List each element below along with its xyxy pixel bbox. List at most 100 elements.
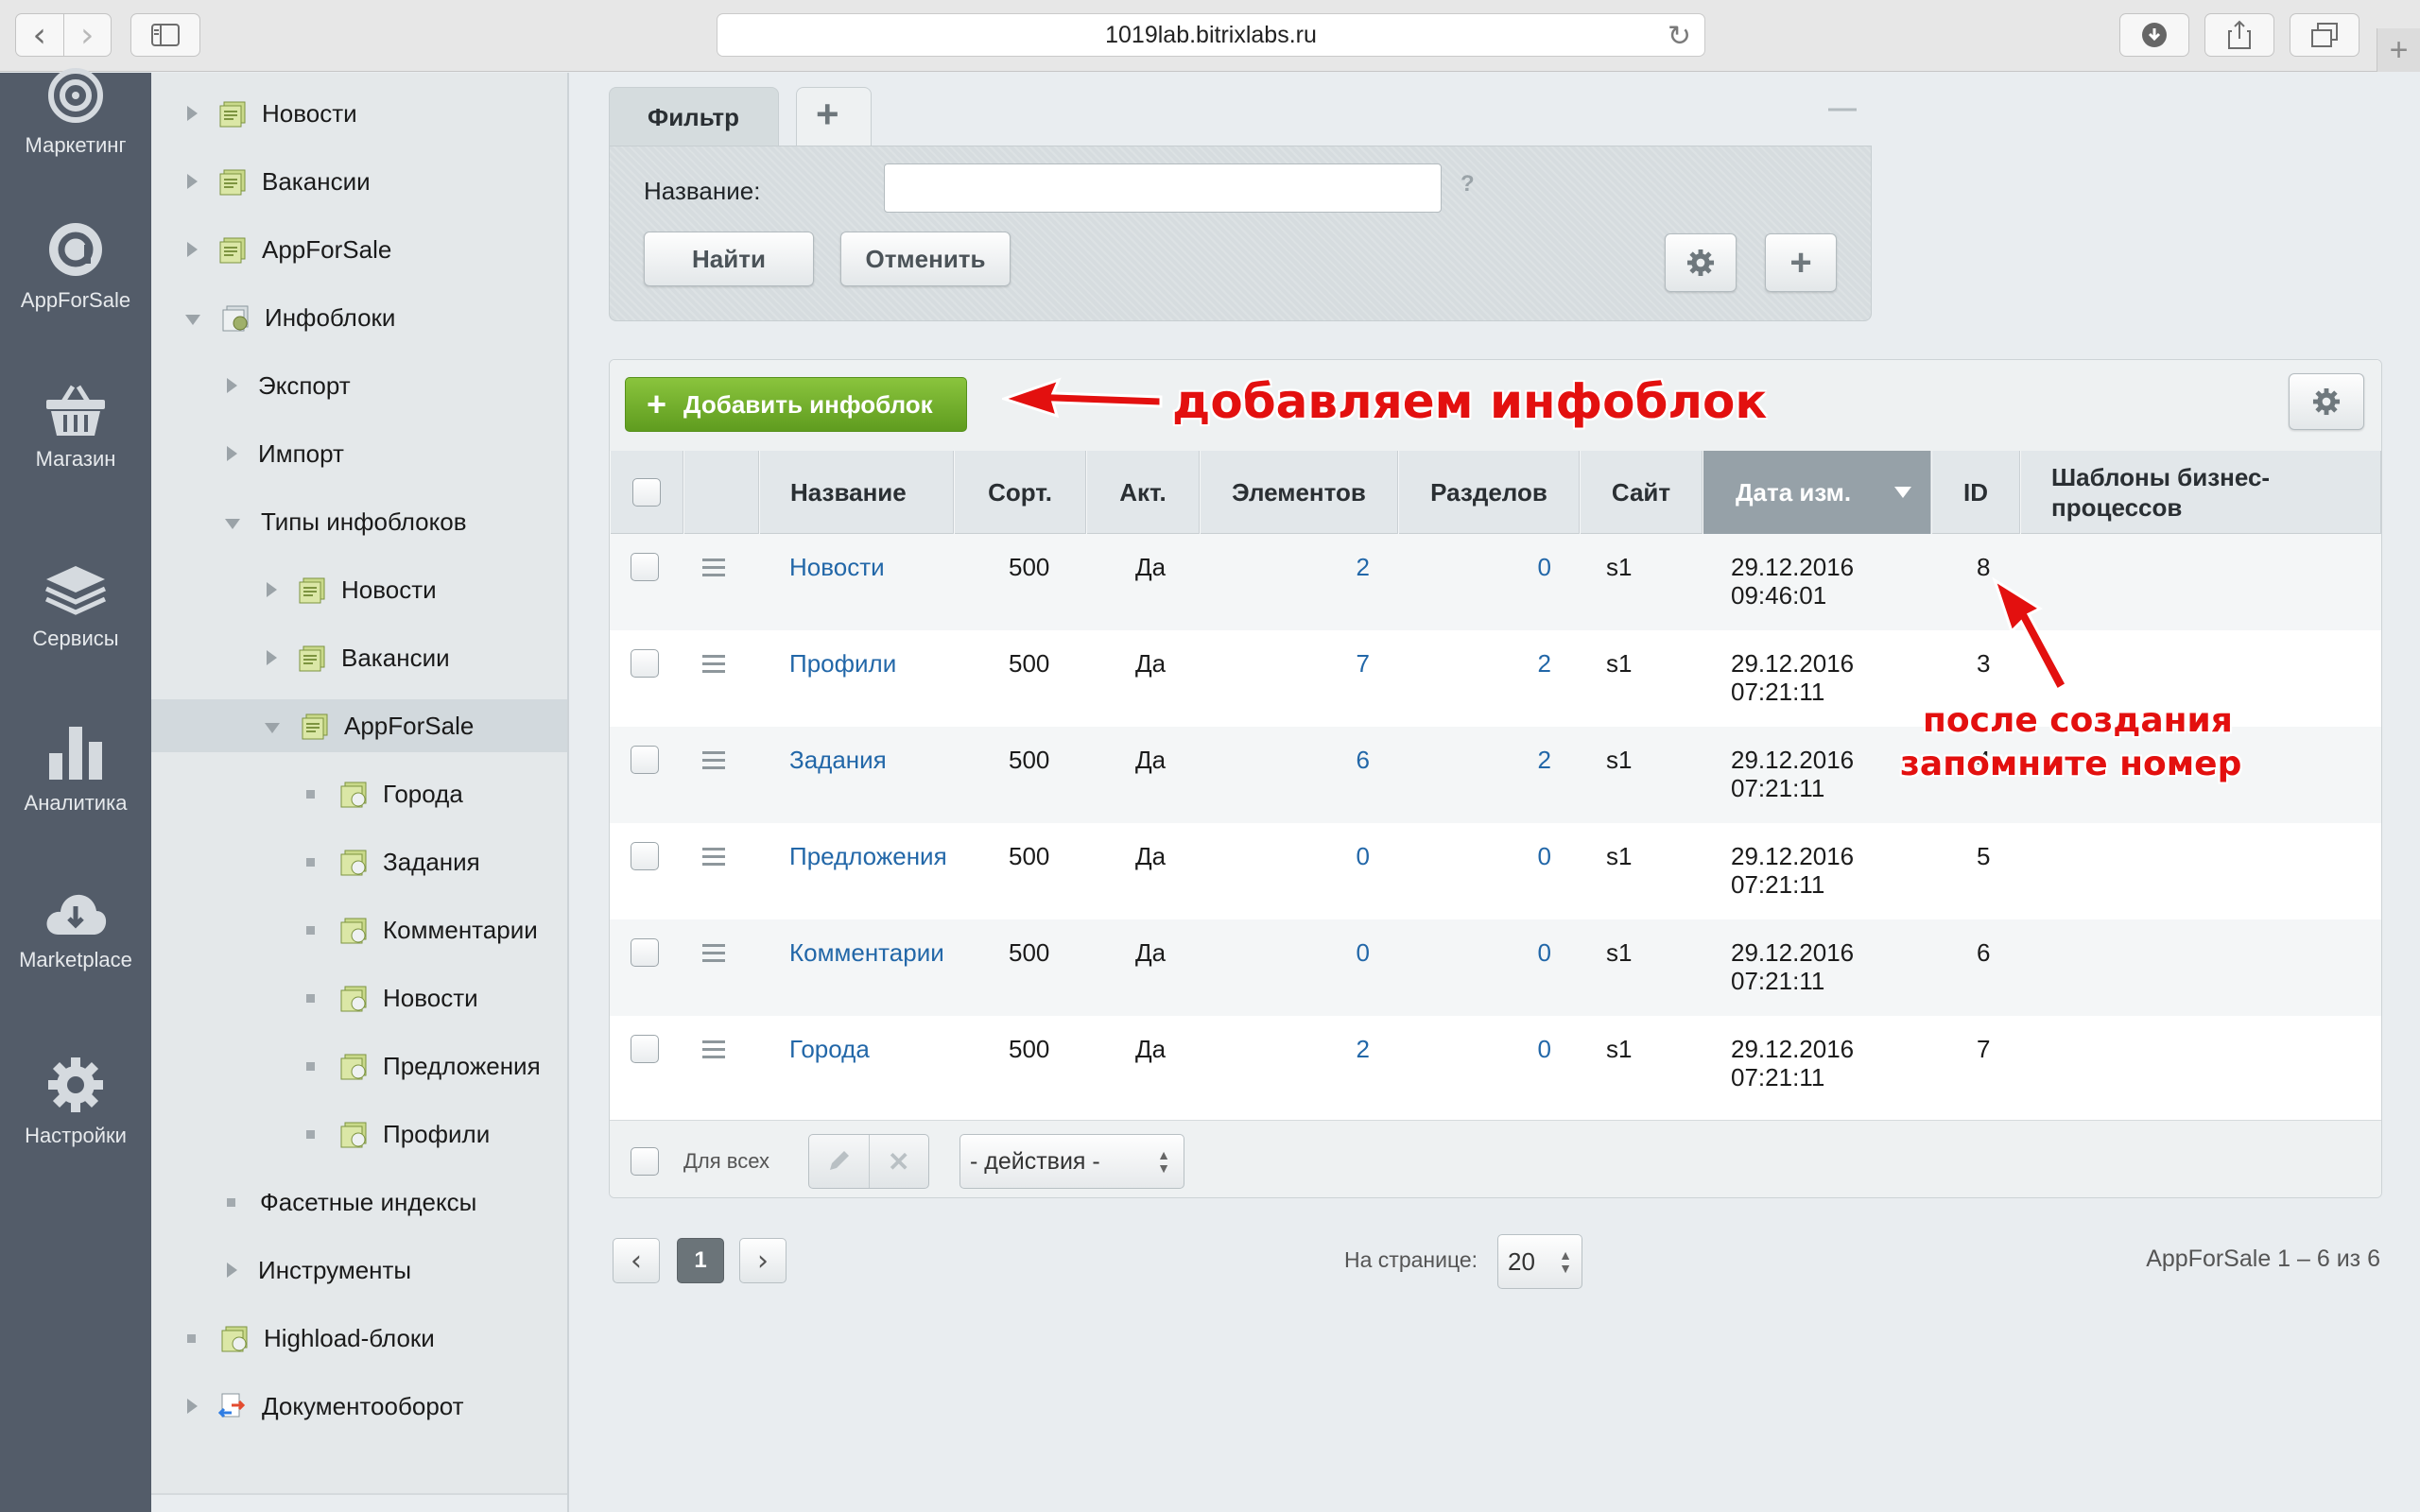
tree-item-appforsale[interactable]: AppForSale xyxy=(151,223,567,276)
row-checkbox[interactable] xyxy=(631,649,659,678)
tree-item-tools[interactable]: Инструменты xyxy=(151,1244,567,1297)
grid-settings-button[interactable] xyxy=(2289,373,2364,430)
table-row[interactable]: Комментарии 500 Да 0 0 s1 29.12.2016 07:21:11 6 xyxy=(610,919,2381,1016)
row-sections-link[interactable]: 0 xyxy=(1529,1035,1551,1063)
column-site[interactable]: Сайт xyxy=(1580,451,1703,534)
forward-button[interactable]: › xyxy=(62,14,112,56)
sidebar-toggle-button[interactable] xyxy=(130,13,200,57)
collapse-filter-icon[interactable]: — xyxy=(1828,93,1857,125)
edit-selected-button[interactable] xyxy=(809,1135,870,1188)
expand-arrow-icon[interactable] xyxy=(187,242,198,257)
row-checkbox[interactable] xyxy=(631,746,659,774)
tree-item-iblock-types[interactable]: Типы инфоблоков xyxy=(151,495,567,548)
row-menu-icon[interactable] xyxy=(702,848,725,870)
tree-item-export[interactable]: Экспорт xyxy=(151,359,567,412)
column-bp-templates[interactable]: Шаблоны бизнес-процессов xyxy=(2020,451,2381,534)
row-name-link[interactable]: Города xyxy=(789,1035,870,1063)
column-sort[interactable]: Сорт. xyxy=(954,451,1086,534)
back-button[interactable]: ‹ xyxy=(16,14,63,56)
row-checkbox[interactable] xyxy=(631,1035,659,1063)
downloads-button[interactable] xyxy=(2119,13,2189,57)
row-name-link[interactable]: Задания xyxy=(789,746,887,774)
row-menu-icon[interactable] xyxy=(702,944,725,967)
tree-item-profiles[interactable]: Профили xyxy=(151,1108,567,1160)
expand-arrow-icon[interactable] xyxy=(187,1399,198,1414)
row-sections-link[interactable]: 0 xyxy=(1529,842,1551,870)
tree-item-offers[interactable]: Предложения xyxy=(151,1040,567,1092)
address-bar[interactable]: 1019lab.bitrixlabs.ru ↻ xyxy=(717,13,1705,57)
share-button[interactable] xyxy=(2204,13,2274,57)
prev-page-button[interactable]: ‹ xyxy=(613,1238,660,1283)
add-filter-field-button[interactable]: + xyxy=(1765,233,1837,292)
expand-arrow-icon[interactable] xyxy=(187,174,198,189)
row-checkbox[interactable] xyxy=(631,938,659,967)
nav-item-analytics[interactable]: Аналитика xyxy=(0,721,151,816)
column-active[interactable]: Акт. xyxy=(1086,451,1200,534)
row-elements-link[interactable]: 0 xyxy=(1347,842,1370,870)
table-row[interactable]: Города 500 Да 2 0 s1 29.12.2016 07:21:11 7 xyxy=(610,1016,2381,1112)
expand-arrow-icon[interactable] xyxy=(227,378,237,393)
select-all-checkbox[interactable] xyxy=(632,478,661,507)
column-date-modified[interactable]: Дата изм. xyxy=(1703,451,1931,534)
expand-arrow-icon[interactable] xyxy=(227,1263,237,1278)
tree-item-type-vacancies[interactable]: Вакансии xyxy=(151,631,567,684)
tree-item-news-child[interactable]: Новости xyxy=(151,971,567,1024)
tree-item-highload[interactable]: Highload-блоки xyxy=(151,1312,567,1365)
collapse-arrow-icon[interactable] xyxy=(225,518,240,529)
tree-item-cities[interactable]: Города xyxy=(151,767,567,820)
tree-item-news[interactable]: Новости xyxy=(151,87,567,140)
row-menu-icon[interactable] xyxy=(702,655,725,678)
row-checkbox[interactable] xyxy=(631,553,659,581)
row-sections-link[interactable]: 0 xyxy=(1529,553,1551,581)
page-1-button[interactable]: 1 xyxy=(677,1238,724,1283)
per-page-select[interactable]: 20 ▲ ▼ xyxy=(1497,1234,1582,1289)
row-elements-link[interactable]: 2 xyxy=(1347,1035,1370,1063)
row-menu-icon[interactable] xyxy=(702,1040,725,1063)
tree-item-infoblocks[interactable]: Инфоблоки xyxy=(151,291,567,344)
nav-item-services[interactable]: Сервисы xyxy=(0,564,151,651)
nav-item-appforsale[interactable]: AppForSale xyxy=(0,220,151,313)
nav-item-shop[interactable]: Магазин xyxy=(0,385,151,472)
table-row[interactable]: Предложения 500 Да 0 0 s1 29.12.2016 07:21:11 5 xyxy=(610,823,2381,919)
tree-item-comments[interactable]: Комментарии xyxy=(151,903,567,956)
nav-item-marketplace[interactable]: Marketplace xyxy=(0,891,151,972)
collapse-arrow-icon[interactable] xyxy=(185,314,200,325)
row-sections-link[interactable]: 0 xyxy=(1529,938,1551,967)
expand-arrow-icon[interactable] xyxy=(187,106,198,121)
row-checkbox[interactable] xyxy=(631,842,659,870)
reload-icon[interactable]: ↻ xyxy=(1668,20,1691,53)
add-filter-tab-button[interactable]: + xyxy=(796,87,872,146)
expand-arrow-icon[interactable] xyxy=(227,446,237,461)
actions-select[interactable]: - действия - ▲ ▼ xyxy=(959,1134,1184,1189)
row-menu-icon[interactable] xyxy=(702,558,725,581)
column-id[interactable]: ID xyxy=(1931,451,2020,534)
nav-item-marketing[interactable]: Маркетинг xyxy=(0,67,151,158)
collapse-arrow-icon[interactable] xyxy=(265,722,280,733)
column-sections[interactable]: Разделов xyxy=(1398,451,1580,534)
filter-settings-button[interactable] xyxy=(1665,233,1737,292)
tree-item-workflow[interactable]: Документооборот xyxy=(151,1380,567,1433)
help-icon[interactable]: ? xyxy=(1461,171,1475,198)
cancel-button[interactable]: Отменить xyxy=(840,232,1011,286)
row-elements-link[interactable]: 2 xyxy=(1347,553,1370,581)
find-button[interactable]: Найти xyxy=(644,232,814,286)
row-name-link[interactable]: Комментарии xyxy=(789,938,944,967)
tree-item-vacancies[interactable]: Вакансии xyxy=(151,155,567,208)
row-name-link[interactable]: Новости xyxy=(789,553,885,581)
expand-arrow-icon[interactable] xyxy=(267,582,277,597)
tree-item-tasks[interactable]: Задания xyxy=(151,835,567,888)
tab-filter[interactable]: Фильтр xyxy=(609,87,779,146)
row-elements-link[interactable]: 0 xyxy=(1347,938,1370,967)
filter-name-input[interactable] xyxy=(884,163,1442,213)
tree-item-type-appforsale[interactable]: AppForSale xyxy=(151,699,567,752)
new-tab-button[interactable]: + xyxy=(2377,28,2420,72)
row-menu-icon[interactable] xyxy=(702,751,725,774)
next-page-button[interactable]: › xyxy=(739,1238,786,1283)
add-iblock-button[interactable]: + Добавить инфоблок xyxy=(625,377,967,432)
row-elements-link[interactable]: 7 xyxy=(1347,649,1370,678)
row-sections-link[interactable]: 2 xyxy=(1529,649,1551,678)
tree-item-facet-indexes[interactable]: Фасетные индексы xyxy=(151,1176,567,1228)
column-name[interactable]: Название xyxy=(759,451,954,534)
table-row[interactable]: Новости 500 Да 2 0 s1 29.12.2016 09:46:01 8 xyxy=(610,534,2381,630)
tabs-overview-button[interactable] xyxy=(2290,13,2360,57)
